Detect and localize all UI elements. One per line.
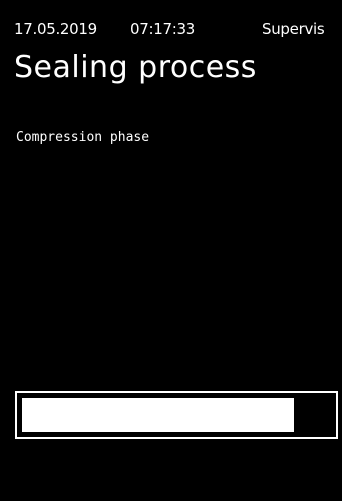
progress-bar-fill: [22, 398, 294, 432]
page-title: Sealing process: [14, 50, 257, 85]
date-display: 17.05.2019: [14, 20, 97, 38]
user-role-display: Supervis: [262, 20, 325, 38]
status-bar: 17.05.2019 07:17:33 Supervis: [14, 20, 342, 40]
phase-label: Compression phase: [16, 130, 150, 145]
progress-bar: [15, 391, 338, 439]
time-display: 07:17:33: [130, 20, 195, 38]
